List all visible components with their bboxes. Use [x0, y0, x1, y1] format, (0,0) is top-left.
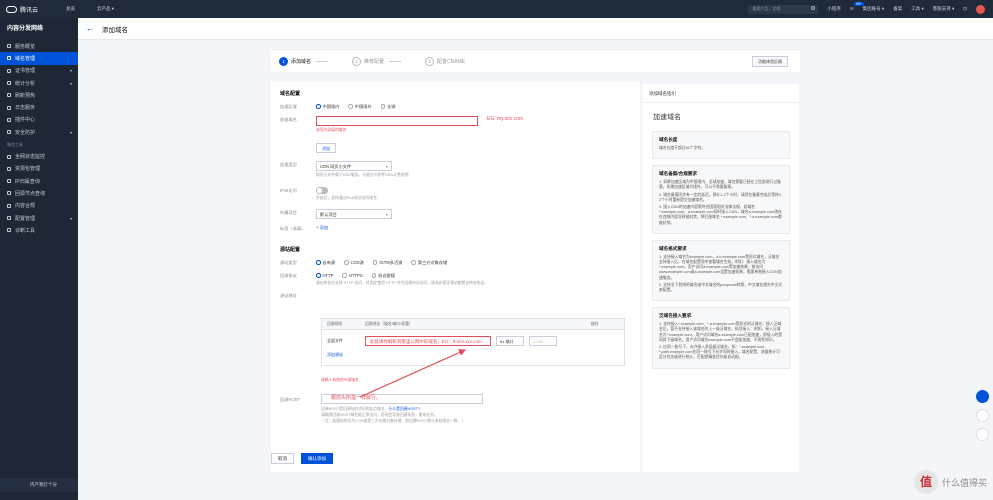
- guide-box-text: 2. 域名备案同步有一定的延迟，预计1-2个小时，请您在备案完成后等待1-2个小…: [659, 192, 783, 202]
- chat-icon[interactable]: [976, 390, 989, 403]
- watermark: 值 什么值得买: [913, 470, 987, 494]
- guide-box-title: 域名格式要求: [659, 245, 687, 251]
- guide-box: 泛域名接入要求 1. 支持接入*.example.com、*.a.example.…: [652, 307, 790, 369]
- guide-box: 域名长度域名长度不超过81个字符。: [652, 131, 790, 160]
- footer-buttons: 取消 确认添加: [271, 453, 333, 464]
- guide-title: 加速域名: [653, 114, 681, 121]
- floating-actions: [976, 390, 989, 441]
- help-icon[interactable]: [976, 428, 989, 441]
- guide-box-title: 域名备案/合规要求: [659, 171, 698, 177]
- confirm-add-button[interactable]: 确认添加: [301, 453, 333, 464]
- guide-box-text: 1. 如果加速区域为中国境内、全球加速，域名需要已经在工信部进行过备案，如果加速…: [659, 180, 781, 190]
- guide-box: 域名备案/合规要求 1. 如果加速区域为中国境内、全球加速，域名需要已经在工信部进…: [652, 165, 790, 234]
- guide-box-text: 1. 支持接入*.example.com、*.a.example.com等形式的…: [659, 322, 782, 342]
- guide-box-text: 域名长度不超过81个字符。: [659, 146, 705, 150]
- guide-box-text: 2. 应同一账号下，允许接入多层级泛域名，如：*.example.com、*.p…: [659, 345, 780, 360]
- guide-header: 添加域名指引: [643, 84, 799, 103]
- guide-box-text: 2. 支持全下划线的域名或中文域名的punycode转换，中文域名需先中文式来配…: [659, 282, 783, 293]
- guide-box-title: 域名长度: [659, 137, 678, 142]
- cancel-button[interactable]: 取消: [271, 453, 294, 464]
- guide-box-text: 3. 接入CDN的加速内容需符合国家相关法律法规，若域名 *.example.c…: [659, 205, 782, 225]
- guide-box-text: 1. 支持接入域名为example.com，a.b.example.com等形式…: [659, 254, 782, 280]
- annotation-arrows: [359, 349, 467, 398]
- guide-panel: 添加域名指引 加速域名 域名长度域名长度不超过81个字符。 域名备案/合规要求 1.…: [643, 84, 799, 472]
- watermark-logo-icon: 值: [913, 470, 938, 494]
- edit-icon[interactable]: [976, 409, 989, 422]
- guide-box-title: 泛域名接入要求: [659, 313, 692, 319]
- guide-box: 域名格式要求 1. 支持接入域名为example.com，a.b.example.…: [652, 239, 790, 302]
- arrow-to-host: [359, 349, 467, 398]
